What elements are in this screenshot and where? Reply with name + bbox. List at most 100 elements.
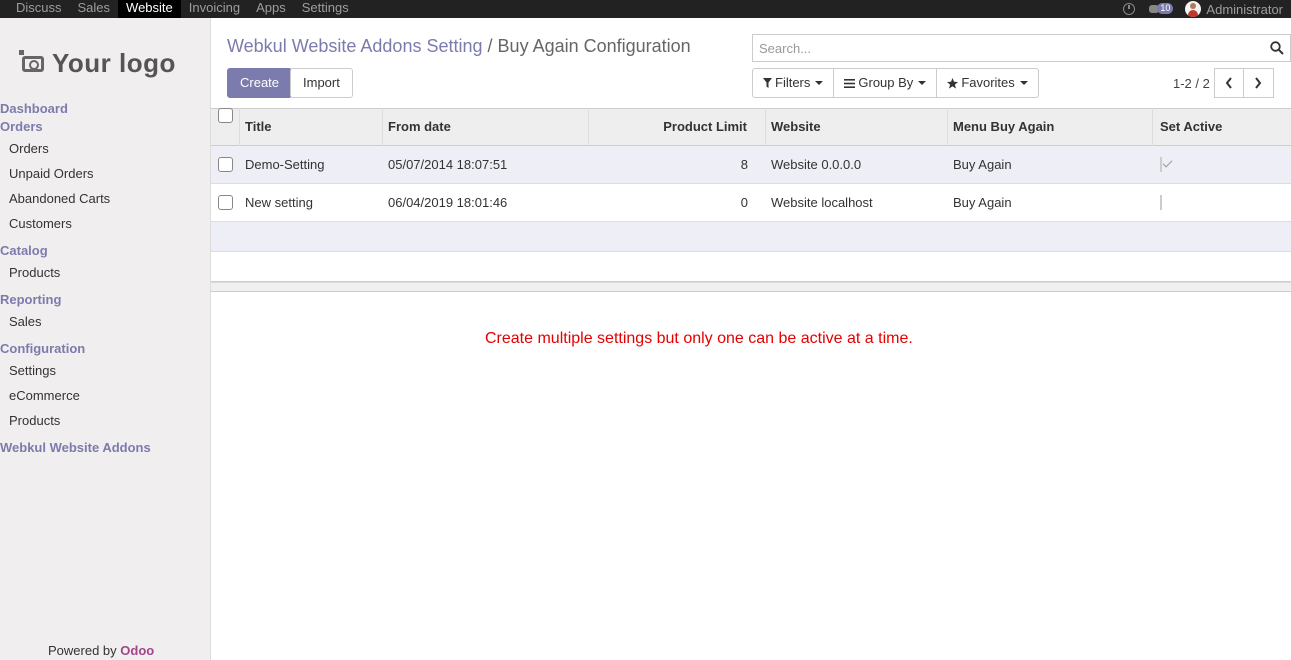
favorites-button[interactable]: Favorites — [937, 69, 1037, 97]
pager-next-button[interactable] — [1243, 68, 1274, 98]
main-content: Webkul Website Addons Setting / Buy Agai… — [211, 18, 1291, 660]
column-header-set-active[interactable]: Set Active — [1153, 108, 1291, 146]
chevron-right-icon — [1255, 77, 1262, 89]
row-select-cell — [211, 157, 240, 172]
cell-title: Demo-Setting — [245, 157, 325, 172]
breadcrumb: Webkul Website Addons Setting / Buy Agai… — [227, 36, 691, 57]
cell-menu-buy-again: Buy Again — [953, 157, 1012, 172]
pager: 1-2 / 2 — [1173, 68, 1274, 98]
logo-text: Your logo — [52, 48, 176, 78]
user-name: Administrator — [1206, 1, 1283, 17]
sidebar-section-webkul-addons[interactable]: Webkul Website Addons — [0, 439, 210, 457]
top-navbar: Discuss Sales Website Invoicing Apps Set… — [0, 0, 1291, 18]
avatar — [1185, 1, 1202, 17]
menu-sales[interactable]: Sales — [70, 0, 119, 18]
group-by-label: Group By — [858, 75, 914, 90]
sidebar-item-settings[interactable]: Settings — [0, 358, 210, 383]
sidebar-item-ecommerce[interactable]: eCommerce — [0, 383, 210, 408]
empty-row — [211, 222, 1291, 252]
search-icon[interactable] — [1270, 41, 1284, 55]
sidebar-section-catalog[interactable]: Catalog — [0, 242, 210, 260]
powered-by-text: Powered by — [48, 643, 117, 658]
menu-apps[interactable]: Apps — [248, 0, 294, 18]
sidebar: Your logo Dashboard Orders Orders Unpaid… — [0, 18, 211, 660]
column-header-product-limit[interactable]: Product Limit — [589, 108, 766, 146]
filter-icon — [763, 78, 772, 88]
cell-product-limit: 8 — [740, 157, 748, 172]
annotation-note: Create multiple settings but only one ca… — [485, 330, 913, 347]
list-icon — [844, 78, 856, 88]
empty-row — [211, 252, 1291, 282]
pager-previous-button[interactable] — [1213, 68, 1244, 98]
powered-by: Powered by Odoo — [48, 643, 154, 658]
column-header-title[interactable]: Title — [240, 108, 383, 146]
cell-website: Website localhost — [771, 195, 873, 210]
row-select-cell — [211, 195, 240, 210]
systray: 10 Administrator — [1123, 0, 1291, 18]
sidebar-section-reporting[interactable]: Reporting — [0, 291, 210, 309]
column-header-menu-buy-again[interactable]: Menu Buy Again — [948, 108, 1153, 146]
pager-value[interactable]: 1-2 / 2 — [1173, 76, 1210, 91]
cell-website: Website 0.0.0.0 — [771, 157, 862, 172]
caret-down-icon — [918, 81, 927, 85]
star-icon — [947, 77, 959, 89]
create-button[interactable]: Create — [227, 68, 293, 98]
search-box — [752, 34, 1291, 62]
caret-down-icon — [1019, 81, 1028, 85]
column-header-from-date[interactable]: From date — [383, 108, 589, 146]
filters-label: Filters — [775, 75, 811, 90]
search-input[interactable] — [753, 35, 1290, 61]
messages-icon[interactable]: 10 — [1149, 3, 1174, 15]
chevron-left-icon — [1225, 77, 1232, 89]
sidebar-item-products[interactable]: Products — [0, 260, 210, 285]
group-by-button[interactable]: Group By — [834, 69, 938, 97]
cell-from-date: 05/07/2014 18:07:51 — [388, 157, 508, 172]
notification-count-badge: 10 — [1157, 3, 1174, 14]
cell-title: New setting — [245, 195, 313, 210]
menu-settings[interactable]: Settings — [294, 0, 357, 18]
sidebar-nav: Dashboard Orders Orders Unpaid Orders Ab… — [0, 100, 210, 457]
column-header-website[interactable]: Website — [766, 108, 948, 146]
camera-icon — [19, 49, 44, 72]
sidebar-item-orders[interactable]: Orders — [0, 136, 210, 161]
app-menu: Discuss Sales Website Invoicing Apps Set… — [0, 0, 357, 18]
breadcrumb-parent[interactable]: Webkul Website Addons Setting — [227, 36, 483, 56]
table-row[interactable]: New setting 06/04/2019 18:01:46 0 Websit… — [211, 184, 1291, 222]
menu-invoicing[interactable]: Invoicing — [181, 0, 248, 18]
filters-button[interactable]: Filters — [753, 69, 835, 97]
set-active-checkbox — [1160, 157, 1162, 172]
import-button[interactable]: Import — [290, 68, 353, 98]
sidebar-item-sales[interactable]: Sales — [0, 309, 210, 334]
row-checkbox[interactable] — [218, 195, 233, 210]
cell-product-limit: 0 — [740, 195, 748, 210]
breadcrumb-separator: / — [487, 36, 493, 56]
sidebar-item-abandoned-carts[interactable]: Abandoned Carts — [0, 186, 210, 211]
breadcrumb-current: Buy Again Configuration — [497, 36, 691, 56]
set-active-checkbox — [1160, 195, 1162, 210]
odoo-link[interactable]: Odoo — [120, 643, 154, 658]
menu-discuss[interactable]: Discuss — [8, 0, 70, 18]
table-footer-divider — [211, 282, 1291, 292]
sidebar-section-orders[interactable]: Orders — [0, 118, 210, 136]
favorites-label: Favorites — [961, 75, 1015, 90]
cell-set-active — [1153, 195, 1291, 210]
search-options: Filters Group By Favorites — [752, 68, 1039, 98]
activity-clock-icon[interactable] — [1123, 3, 1136, 15]
select-all-cell — [211, 108, 240, 146]
cell-from-date: 06/04/2019 18:01:46 — [388, 195, 508, 210]
cell-set-active — [1153, 157, 1291, 172]
sidebar-section-configuration[interactable]: Configuration — [0, 340, 210, 358]
menu-website[interactable]: Website — [118, 0, 181, 18]
sidebar-item-customers[interactable]: Customers — [0, 211, 210, 236]
select-all-checkbox[interactable] — [217, 108, 233, 123]
list-view-table: Title From date Product Limit Website Me… — [211, 108, 1291, 292]
sidebar-item-config-products[interactable]: Products — [0, 408, 210, 433]
sidebar-section-dashboard[interactable]: Dashboard — [0, 100, 210, 118]
table-header: Title From date Product Limit Website Me… — [211, 108, 1291, 146]
sidebar-item-unpaid-orders[interactable]: Unpaid Orders — [0, 161, 210, 186]
company-logo[interactable]: Your logo — [19, 48, 176, 79]
row-checkbox[interactable] — [218, 157, 233, 172]
table-row[interactable]: Demo-Setting 05/07/2014 18:07:51 8 Websi… — [211, 146, 1291, 184]
user-menu[interactable]: Administrator — [1185, 1, 1283, 17]
cell-menu-buy-again: Buy Again — [953, 195, 1012, 210]
